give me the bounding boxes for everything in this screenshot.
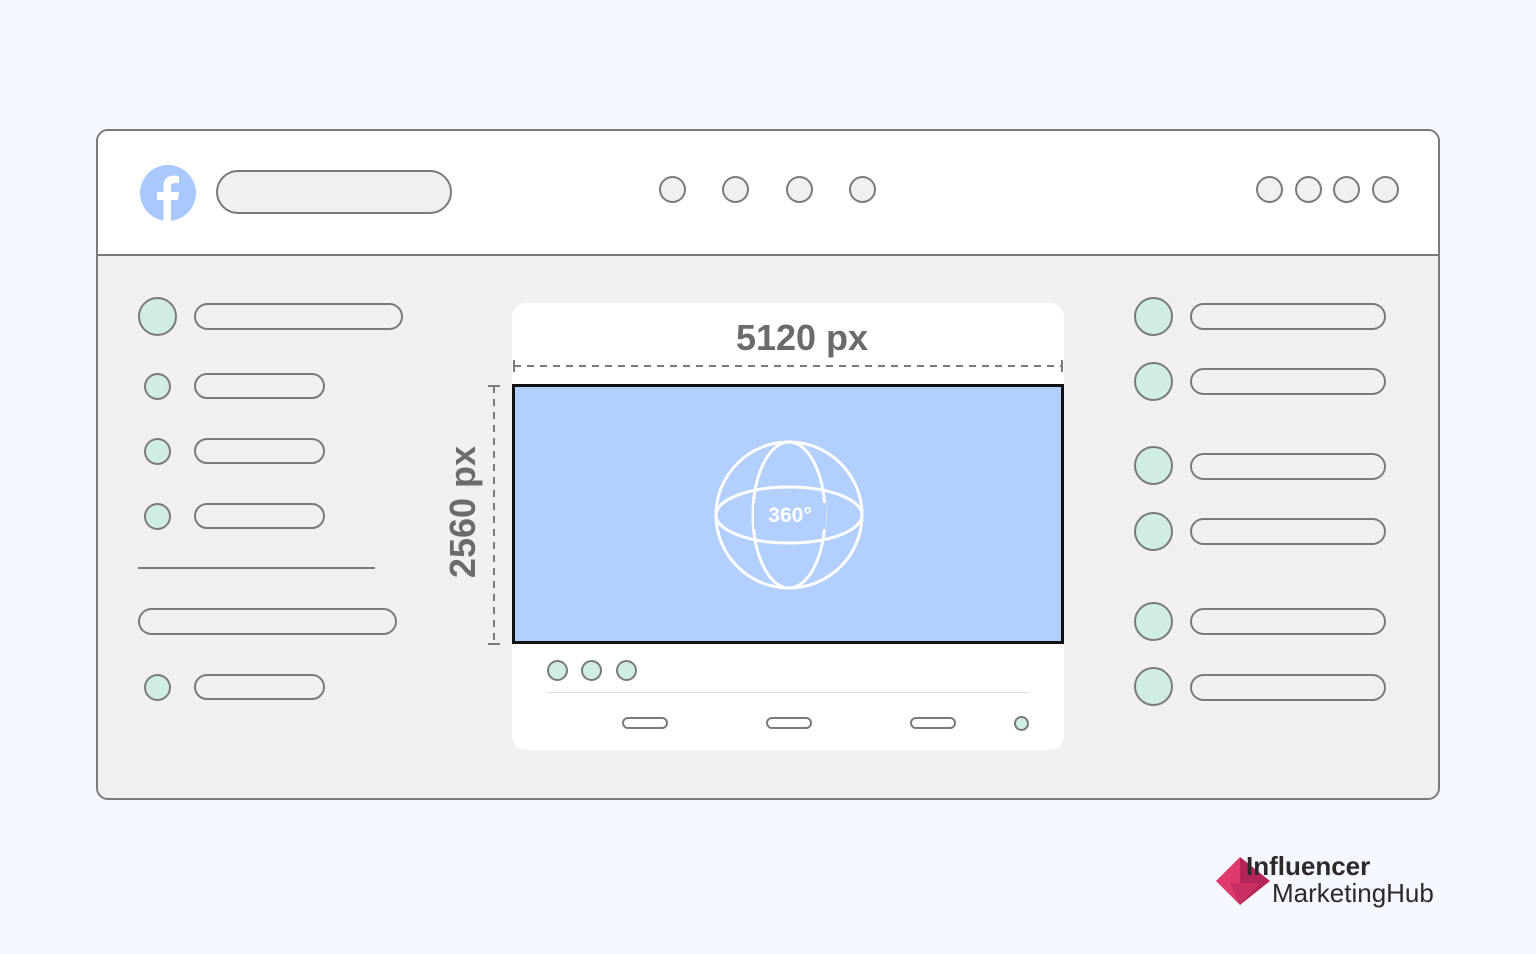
menu-icon[interactable] [1256,176,1283,203]
contact-avatar[interactable] [1134,297,1173,336]
sidebar-section-heading[interactable] [138,608,397,635]
sidebar-divider [138,567,375,569]
nav-watch-icon[interactable] [722,176,749,203]
sidebar-icon [144,438,171,465]
sidebar-item-profile[interactable] [194,303,403,330]
height-dimension-label: 2560 px [442,445,483,579]
contact-avatar[interactable] [1134,362,1173,401]
facebook-logo-icon[interactable] [139,164,197,222]
top-header [98,131,1438,256]
sidebar-icon [144,674,171,701]
sidebar-item[interactable] [194,373,325,399]
sidebar-item[interactable] [194,503,325,529]
brand-name-line1: Influencer [1246,851,1371,881]
messenger-icon[interactable] [1295,176,1322,203]
contact-name[interactable] [1190,368,1386,395]
nav-marketplace-icon[interactable] [786,176,813,203]
height-dimension-line [488,385,500,645]
notifications-icon[interactable] [1333,176,1360,203]
comment-button[interactable] [766,717,812,729]
nav-home-icon[interactable] [659,176,686,203]
contact-avatar[interactable] [1134,602,1173,641]
contact-avatar[interactable] [1134,667,1173,706]
sidebar-icon [144,373,171,400]
sidebar-item[interactable] [194,438,325,464]
contact-avatar[interactable] [1134,446,1173,485]
reaction-icon[interactable] [547,660,568,681]
width-dimension-line [513,360,1063,372]
brand-name-line2: MarketingHub [1272,878,1434,908]
contact-name[interactable] [1190,674,1386,701]
360-badge: 360° [754,503,826,529]
contact-avatar[interactable] [1134,512,1173,551]
reaction-icon[interactable] [581,660,602,681]
reaction-icon[interactable] [616,660,637,681]
contact-name[interactable] [1190,518,1386,545]
like-button[interactable] [622,717,668,729]
nav-groups-icon[interactable] [849,176,876,203]
sidebar-icon [144,503,171,530]
more-options-icon[interactable] [1014,716,1029,731]
share-button[interactable] [910,717,956,729]
account-icon[interactable] [1372,176,1399,203]
contact-name[interactable] [1190,303,1386,330]
post-divider [547,692,1029,693]
contact-name[interactable] [1190,453,1386,480]
contact-name[interactable] [1190,608,1386,635]
profile-avatar[interactable] [138,297,177,336]
sidebar-item[interactable] [194,674,325,700]
search-bar[interactable] [216,170,452,214]
width-dimension-label: 5120 px [735,317,869,358]
